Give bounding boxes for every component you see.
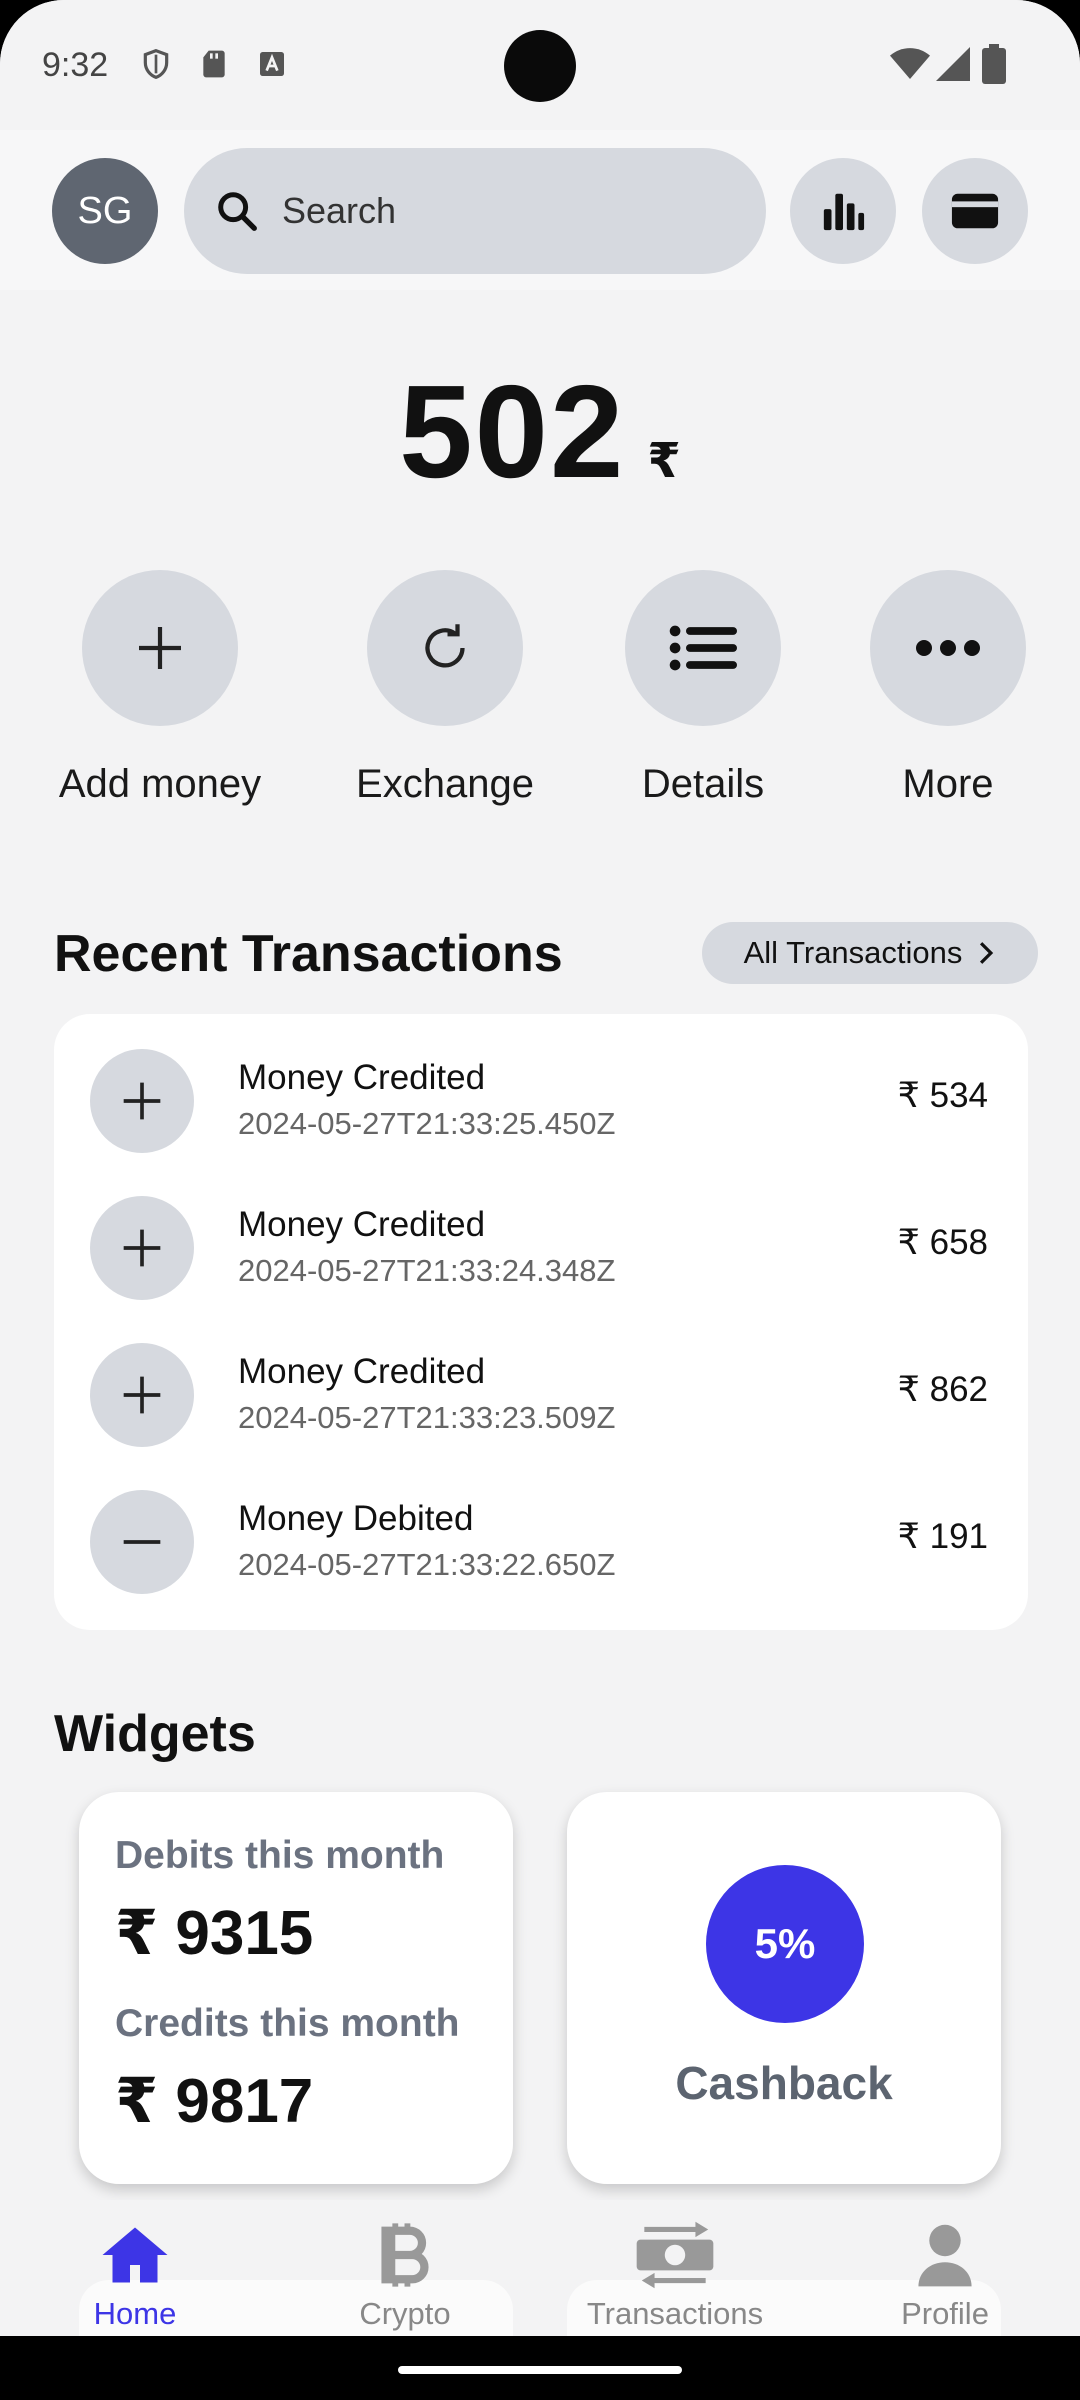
- debits-label: Debits this month: [115, 1834, 445, 1877]
- card-icon: [951, 193, 999, 229]
- details-label: Details: [641, 762, 765, 806]
- transaction-row[interactable]: Money Credited 2024-05-27T21:33:25.450Z …: [54, 1026, 1028, 1172]
- transaction-title: Money Credited: [238, 1352, 486, 1391]
- bottom-navigation: Home Crypto Transactions Profile: [0, 2200, 1080, 2336]
- details-button[interactable]: Details: [588, 570, 818, 807]
- bitcoin-icon: [381, 2223, 429, 2287]
- cards-button[interactable]: [922, 158, 1028, 264]
- money-transfer-icon: [636, 2221, 714, 2289]
- gesture-handle[interactable]: [398, 2366, 682, 2374]
- plus-icon: [123, 1376, 161, 1414]
- monthly-summary-widget[interactable]: Debits this month ₹ 9315 Credits this mo…: [79, 1792, 513, 2184]
- transaction-amount: ₹ 658: [897, 1223, 988, 1262]
- balance-value: 502: [399, 358, 626, 505]
- transaction-row[interactable]: Money Credited 2024-05-27T21:33:24.348Z …: [54, 1173, 1028, 1319]
- more-icon: [916, 640, 980, 656]
- more-circle[interactable]: [870, 570, 1026, 726]
- exchange-button[interactable]: Exchange: [330, 570, 560, 807]
- nav-transactions-label: Transactions: [586, 2296, 764, 2331]
- balance-display: 502 ₹: [0, 356, 1080, 507]
- plus-icon: [139, 627, 181, 669]
- bar-chart-icon: [823, 193, 865, 231]
- transaction-title: Money Debited: [238, 1499, 474, 1538]
- cashback-percent: 5%: [754, 1920, 816, 1967]
- balance-currency: ₹: [647, 435, 681, 488]
- nav-transactions[interactable]: Transactions: [575, 2218, 775, 2332]
- transaction-date: 2024-05-27T21:33:25.450Z: [238, 1106, 616, 1141]
- nav-home-label: Home: [93, 2296, 177, 2331]
- nav-profile-label: Profile: [901, 2296, 989, 2331]
- add-money-button[interactable]: Add money: [45, 570, 275, 807]
- front-camera: [504, 30, 576, 102]
- analytics-button[interactable]: [790, 158, 896, 264]
- avatar[interactable]: SG: [52, 158, 158, 264]
- credit-indicator: [90, 1196, 194, 1300]
- home-icon: [102, 2227, 168, 2283]
- nav-crypto-label: Crypto: [359, 2296, 451, 2331]
- person-icon: [918, 2224, 972, 2287]
- add-money-label: Add money: [58, 762, 262, 806]
- refresh-icon: [425, 624, 465, 668]
- keyboard-a-icon: [260, 52, 284, 76]
- list-icon: [669, 625, 737, 671]
- battery-icon: [982, 44, 1006, 84]
- more-button[interactable]: More: [833, 570, 1063, 807]
- search-placeholder: Search: [282, 190, 397, 231]
- add-money-circle[interactable]: [82, 570, 238, 726]
- sd-card-icon: [203, 50, 225, 78]
- transaction-date: 2024-05-27T21:33:23.509Z: [238, 1400, 616, 1435]
- transaction-amount: ₹ 862: [897, 1370, 988, 1409]
- search-input[interactable]: Search: [184, 148, 766, 274]
- chevron-right-icon: [980, 942, 994, 964]
- transaction-amount: ₹ 534: [897, 1076, 988, 1115]
- transaction-date: 2024-05-27T21:33:24.348Z: [238, 1253, 616, 1288]
- exchange-label: Exchange: [356, 762, 534, 806]
- status-bar: 9:32: [0, 0, 1080, 130]
- nav-profile[interactable]: Profile: [845, 2218, 1045, 2332]
- transaction-date: 2024-05-27T21:33:22.650Z: [238, 1547, 616, 1582]
- wifi-icon: [890, 48, 930, 79]
- cashback-badge: 5%: [706, 1865, 864, 2023]
- avatar-initials: SG: [77, 189, 133, 232]
- all-transactions-button[interactable]: All Transactions: [702, 922, 1038, 984]
- debit-indicator: [90, 1490, 194, 1594]
- cashback-label: Cashback: [675, 2057, 893, 2109]
- exchange-circle[interactable]: [367, 570, 523, 726]
- transaction-title: Money Credited: [238, 1205, 486, 1244]
- status-time: 9:32: [42, 46, 109, 84]
- transaction-row[interactable]: Money Debited 2024-05-27T21:33:22.650Z ₹…: [54, 1467, 1028, 1613]
- transaction-amount: ₹ 191: [897, 1517, 988, 1556]
- transaction-title: Money Credited: [238, 1058, 486, 1097]
- top-bar: SG Search: [0, 130, 1080, 290]
- transaction-row[interactable]: Money Credited 2024-05-27T21:33:23.509Z …: [54, 1320, 1028, 1466]
- minus-icon: [123, 1540, 161, 1544]
- widgets-title: Widgets: [54, 1705, 256, 1763]
- credit-indicator: [90, 1343, 194, 1447]
- search-icon: [218, 192, 257, 231]
- all-transactions-label: All Transactions: [743, 935, 963, 970]
- credits-label: Credits this month: [115, 2002, 460, 2045]
- debits-value: ₹ 9315: [115, 1899, 314, 1968]
- transactions-list: Money Credited 2024-05-27T21:33:25.450Z …: [54, 1014, 1028, 1630]
- app-screen: 9:32 SG Search 502 ₹ Add money Exchange …: [0, 0, 1080, 2336]
- nav-home[interactable]: Home: [35, 2218, 235, 2332]
- shield-icon: [143, 48, 169, 80]
- recent-transactions-title: Recent Transactions: [54, 925, 563, 983]
- plus-icon: [123, 1229, 161, 1267]
- credit-indicator: [90, 1049, 194, 1153]
- plus-icon: [123, 1082, 161, 1120]
- cashback-widget[interactable]: 5% Cashback: [567, 1792, 1001, 2184]
- credits-value: ₹ 9817: [115, 2067, 314, 2136]
- more-label: More: [902, 762, 994, 806]
- signal-icon: [936, 47, 970, 81]
- nav-crypto[interactable]: Crypto: [305, 2218, 505, 2332]
- details-circle[interactable]: [625, 570, 781, 726]
